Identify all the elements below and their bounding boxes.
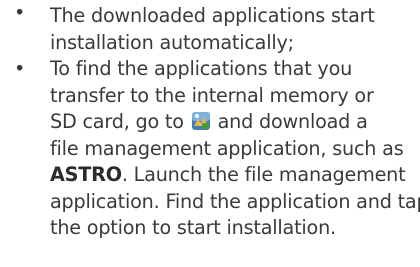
document-page: • The downloaded applications start inst… <box>0 0 420 267</box>
list-item-line: ASTRO. Launch the file management <box>50 162 420 189</box>
list-item-line: SD card, go to and download a <box>50 109 420 136</box>
list-item-line: file management application, such as <box>50 136 404 160</box>
bullet-point: • <box>14 57 26 80</box>
line-text: . Launch the file management <box>121 163 406 186</box>
list-item-line: application. Find the application and ta… <box>50 189 420 213</box>
bullet-list: • The downloaded applications start inst… <box>0 0 420 242</box>
list-item: • To find the applications that you tran… <box>0 56 420 242</box>
bullet-point: • <box>14 1 26 24</box>
list-item-line: To find the applications that you <box>50 57 353 80</box>
list-item-line: The downloaded applications start <box>50 4 375 27</box>
app-name-astro: ASTRO <box>50 163 122 186</box>
list-item-line: transfer to the internal memory or <box>50 83 374 107</box>
list-item-line: the option to start installation. <box>50 216 336 239</box>
line-text: SD card, go to <box>50 110 184 133</box>
list-item: • The downloaded applications start inst… <box>0 0 420 56</box>
market-app-icon <box>191 111 211 131</box>
line-text: and download a <box>211 110 368 133</box>
list-item-line: installation automatically; <box>50 30 294 54</box>
